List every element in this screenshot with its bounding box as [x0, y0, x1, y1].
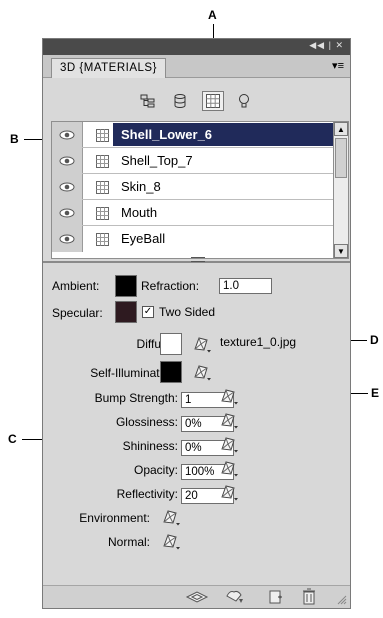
whole-scene-icon[interactable] — [137, 91, 159, 111]
texture-menu-icon[interactable] — [219, 483, 239, 501]
texture-menu-icon[interactable] — [161, 532, 181, 550]
panel-menu-icon[interactable]: ▾≡ — [332, 59, 344, 72]
environment-label: Environment: — [79, 511, 150, 525]
list-item[interactable]: EyeBall — [52, 226, 334, 252]
callout-c: C — [8, 432, 17, 446]
refraction-field[interactable]: 1.0 — [219, 278, 272, 294]
eye-icon[interactable] — [52, 122, 83, 148]
texture-menu-icon[interactable] — [192, 335, 212, 353]
list-item[interactable]: Shell_Lower_6 — [52, 122, 334, 148]
select-material-icon[interactable] — [185, 589, 209, 605]
delete-icon[interactable] — [302, 588, 316, 605]
list-item[interactable]: Mouth — [52, 200, 334, 226]
materials-icon[interactable] — [202, 91, 224, 111]
texture-menu-icon[interactable] — [219, 411, 239, 429]
eye-icon[interactable] — [52, 226, 83, 252]
material-name: Mouth — [121, 205, 158, 220]
materials-list: Shell_Lower_6 Shell_Top_7 Skin_8 Mouth E… — [51, 121, 335, 259]
eye-icon[interactable] — [52, 148, 83, 174]
two-sided-checkbox[interactable]: ✓ — [142, 306, 154, 318]
list-scrollbar[interactable]: ▲ ▼ — [333, 121, 349, 259]
tab-3d-materials[interactable]: 3D {MATERIALS} — [51, 58, 166, 78]
specular-label: Specular: — [52, 306, 103, 320]
panel-tab-row: 3D {MATERIALS} ▾≡ — [43, 55, 350, 78]
callout-b: B — [10, 132, 19, 146]
material-name: Skin_8 — [121, 179, 161, 194]
material-icon — [96, 207, 109, 220]
ambient-label: Ambient: — [52, 279, 100, 293]
material-name: Shell_Top_7 — [121, 153, 193, 168]
materials-panel: ◀◀ | ✕ 3D {MATERIALS} ▾≡ Shell_Lower_6 S… — [42, 38, 351, 609]
material-icon — [96, 129, 109, 142]
self-illumination-swatch[interactable] — [160, 361, 182, 383]
new-light-icon[interactable] — [268, 589, 284, 605]
texture-menu-icon[interactable] — [219, 459, 239, 477]
scroll-up-icon[interactable]: ▲ — [334, 122, 348, 136]
diffuse-texture-name: texture1_0.jpg — [220, 335, 297, 349]
divider-grip-icon[interactable] — [191, 257, 205, 262]
callout-d: D — [370, 333, 379, 347]
lights-icon[interactable] — [233, 91, 255, 111]
two-sided-label: Two Sided — [159, 305, 216, 319]
texture-menu-icon[interactable] — [192, 363, 212, 381]
material-icon — [96, 181, 109, 194]
texture-menu-icon[interactable] — [219, 435, 239, 453]
panel-titlebar: ◀◀ | ✕ — [43, 39, 350, 55]
panel-bottom-bar — [43, 585, 350, 608]
scroll-thumb[interactable] — [335, 138, 347, 178]
shininess-label: Shininess: — [122, 439, 178, 453]
bump-strength-label: Bump Strength: — [94, 391, 178, 405]
normal-label: Normal: — [107, 535, 150, 549]
window-controls[interactable]: ◀◀ | ✕ — [309, 40, 344, 51]
list-item[interactable]: Shell_Top_7 — [52, 148, 334, 174]
callout-e: E — [371, 386, 380, 400]
resize-grip-icon[interactable] — [337, 595, 347, 605]
material-name: EyeBall — [121, 231, 166, 246]
texture-menu-icon[interactable] — [161, 508, 181, 526]
eye-icon[interactable] — [52, 200, 83, 226]
texture-menu-icon[interactable] — [219, 387, 239, 405]
list-item[interactable]: Skin_8 — [52, 174, 334, 200]
refraction-label: Refraction: — [141, 279, 200, 293]
material-icon — [96, 155, 109, 168]
meshes-icon[interactable] — [169, 91, 191, 111]
tab-label: 3D {MATERIALS} — [60, 62, 157, 74]
ambient-swatch[interactable] — [115, 275, 137, 297]
drop-material-icon[interactable] — [224, 589, 246, 605]
material-name: Shell_Lower_6 — [121, 127, 213, 142]
callout-a: A — [208, 8, 217, 22]
glossiness-label: Glossiness: — [115, 415, 178, 429]
eye-icon[interactable] — [52, 174, 83, 200]
material-icon — [96, 233, 109, 246]
opacity-label: Opacity: — [133, 463, 178, 477]
reflectivity-label: Reflectivity: — [116, 487, 178, 501]
scroll-down-icon[interactable]: ▼ — [334, 244, 348, 258]
specular-swatch[interactable] — [115, 301, 137, 323]
diffuse-swatch[interactable] — [160, 333, 182, 355]
